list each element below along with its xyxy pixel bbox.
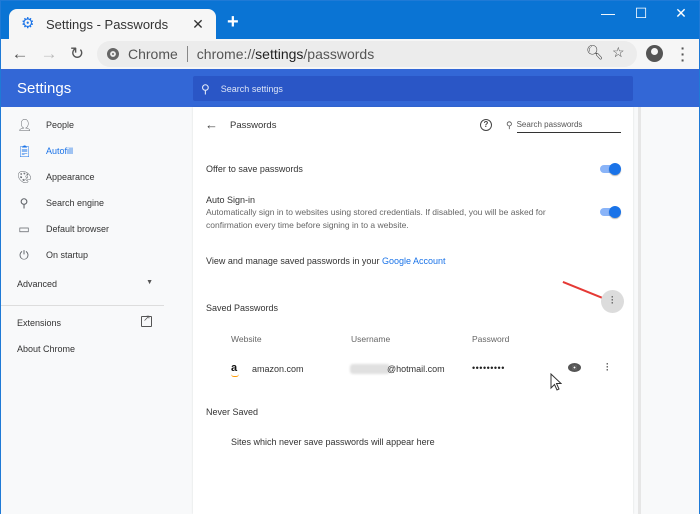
password-entry-row: a amazon.com @hotmail.com ••••••••• · · · bbox=[193, 360, 633, 380]
auto-signin-toggle[interactable] bbox=[600, 205, 622, 219]
tab-close-icon[interactable]: ✕ bbox=[190, 16, 206, 33]
address-bar[interactable]: Chrome chrome://settings/passwords bbox=[97, 41, 637, 67]
page-title: Passwords bbox=[230, 120, 277, 131]
offer-to-save-label: Offer to save passwords bbox=[206, 164, 303, 174]
power-icon: ⏻ bbox=[19, 247, 29, 262]
never-saved-heading: Never Saved bbox=[206, 407, 259, 417]
column-header-password: Password bbox=[472, 334, 510, 344]
browser-toolbar: ← → ↻ Chrome chrome://settings/passwords… bbox=[1, 39, 699, 69]
back-arrow-icon[interactable]: ← bbox=[205, 117, 218, 132]
amazon-favicon-icon: a bbox=[231, 362, 240, 377]
sidebar-item-label: People bbox=[46, 120, 75, 130]
show-password-eye-icon[interactable] bbox=[568, 363, 581, 372]
maximize-button[interactable]: ☐ bbox=[626, 5, 656, 22]
reload-icon[interactable]: ↻ bbox=[67, 44, 87, 64]
url-host: settings bbox=[255, 46, 304, 62]
entry-site: amazon.com bbox=[252, 364, 304, 374]
help-icon[interactable]: ? bbox=[480, 119, 492, 131]
auto-signin-description: Automatically sign in to websites using … bbox=[206, 207, 546, 230]
url-path: /passwords bbox=[303, 46, 375, 62]
more-vert-icon: · · · bbox=[611, 292, 614, 308]
toggle-knob bbox=[609, 163, 621, 175]
clipboard-icon: 📋︎ bbox=[17, 144, 33, 158]
toggle-knob bbox=[609, 206, 621, 218]
password-search[interactable]: ⚲ bbox=[506, 117, 621, 133]
chrome-menu-icon[interactable]: · · · bbox=[679, 41, 687, 67]
sidebar-item-about-chrome[interactable]: About Chrome bbox=[17, 344, 75, 354]
sidebar-advanced-toggle[interactable]: Advanced ▼ bbox=[17, 279, 153, 289]
column-header-username: Username bbox=[351, 334, 391, 344]
settings-search-input[interactable] bbox=[220, 83, 601, 94]
forward-arrow-icon[interactable]: → bbox=[39, 44, 59, 64]
minimize-button[interactable]: — bbox=[593, 5, 623, 21]
browser-window-icon: ▭ bbox=[18, 222, 30, 236]
back-arrow-icon[interactable]: ← bbox=[10, 44, 30, 64]
settings-search-bar[interactable]: ⚲ bbox=[193, 76, 633, 101]
entry-more-vert-icon[interactable]: · · · bbox=[606, 360, 609, 375]
browser-window: ⚙ Settings - Passwords ✕ + — ☐ ✕ ← → ↻ C… bbox=[0, 0, 700, 514]
saved-passwords-heading: Saved Passwords bbox=[206, 303, 279, 313]
settings-content: 👤︎ People 📋︎ Autofill 🎨︎ Appearance ⚲ Se… bbox=[1, 107, 699, 514]
sidebar-item-autofill[interactable]: 📋︎ Autofill bbox=[1, 140, 166, 162]
tab-title: Settings - Passwords bbox=[46, 16, 169, 32]
manage-text: View and manage saved passwords in your bbox=[206, 256, 382, 266]
sidebar-divider bbox=[1, 305, 164, 306]
entry-password: ••••••••• bbox=[472, 363, 505, 373]
omnibox-separator bbox=[186, 46, 188, 62]
bookmark-star-icon[interactable]: ☆ bbox=[612, 44, 625, 61]
username-redacted bbox=[350, 364, 390, 374]
sidebar-item-label: On startup bbox=[46, 250, 89, 260]
google-account-link[interactable]: Google Account bbox=[382, 256, 446, 266]
passwords-card: ← Passwords ? ⚲ Offer to save passwords … bbox=[193, 107, 633, 514]
close-window-button[interactable]: ✕ bbox=[666, 5, 696, 22]
sidebar-item-on-startup[interactable]: ⏻ On startup bbox=[1, 244, 166, 266]
zoom-out-icon[interactable]: 🔍︎ bbox=[586, 44, 604, 61]
settings-header: Settings ⚲ bbox=[1, 69, 699, 107]
advanced-label: Advanced bbox=[17, 279, 58, 289]
profile-avatar-icon[interactable] bbox=[646, 45, 663, 62]
offer-to-save-toggle[interactable] bbox=[600, 162, 622, 176]
entry-username: @hotmail.com bbox=[387, 364, 445, 374]
sidebar-item-search-engine[interactable]: ⚲ Search engine bbox=[1, 192, 166, 214]
tab-settings-passwords[interactable]: ⚙ Settings - Passwords ✕ bbox=[9, 9, 216, 39]
sidebar-item-label: Appearance bbox=[46, 172, 95, 182]
person-icon: 👤︎ bbox=[17, 118, 33, 132]
search-icon: ⚲ bbox=[201, 81, 210, 96]
saved-passwords-more-button[interactable]: · · · bbox=[601, 290, 624, 313]
column-header-website: Website bbox=[231, 334, 262, 344]
title-bar: ⚙ Settings - Passwords ✕ + — ☐ ✕ bbox=[1, 1, 699, 39]
sidebar-item-label: Search engine bbox=[46, 198, 105, 208]
new-tab-button[interactable]: + bbox=[227, 11, 239, 33]
sidebar-item-label: Default browser bbox=[46, 224, 110, 234]
sidebar-item-appearance[interactable]: 🎨︎ Appearance bbox=[1, 166, 166, 188]
sidebar-item-extensions[interactable]: Extensions bbox=[17, 318, 61, 328]
sidebar-item-default-browser[interactable]: ▭ Default browser bbox=[1, 218, 166, 240]
sidebar-item-people[interactable]: 👤︎ People bbox=[1, 114, 166, 136]
palette-icon: 🎨︎ bbox=[17, 170, 33, 184]
caret-down-icon: ▼ bbox=[146, 279, 153, 286]
search-icon: ⚲ bbox=[506, 119, 513, 130]
url-text[interactable]: chrome://settings/passwords bbox=[197, 46, 374, 62]
right-gutter bbox=[638, 107, 699, 514]
search-icon: ⚲ bbox=[19, 196, 29, 210]
never-saved-empty-text: Sites which never save passwords will ap… bbox=[231, 437, 435, 447]
site-label: Chrome bbox=[128, 46, 178, 62]
password-search-input[interactable] bbox=[516, 117, 621, 133]
gear-icon: ⚙ bbox=[21, 15, 35, 32]
sidebar-item-label: Autofill bbox=[46, 146, 74, 156]
manage-passwords-text: View and manage saved passwords in your … bbox=[206, 256, 445, 266]
chrome-logo-icon bbox=[107, 48, 119, 60]
settings-sidebar: 👤︎ People 📋︎ Autofill 🎨︎ Appearance ⚲ Se… bbox=[1, 107, 166, 514]
url-scheme: chrome:// bbox=[196, 46, 256, 62]
external-link-icon[interactable] bbox=[141, 313, 152, 327]
auto-signin-label: Auto Sign-in bbox=[206, 195, 256, 205]
settings-heading: Settings bbox=[17, 80, 72, 97]
